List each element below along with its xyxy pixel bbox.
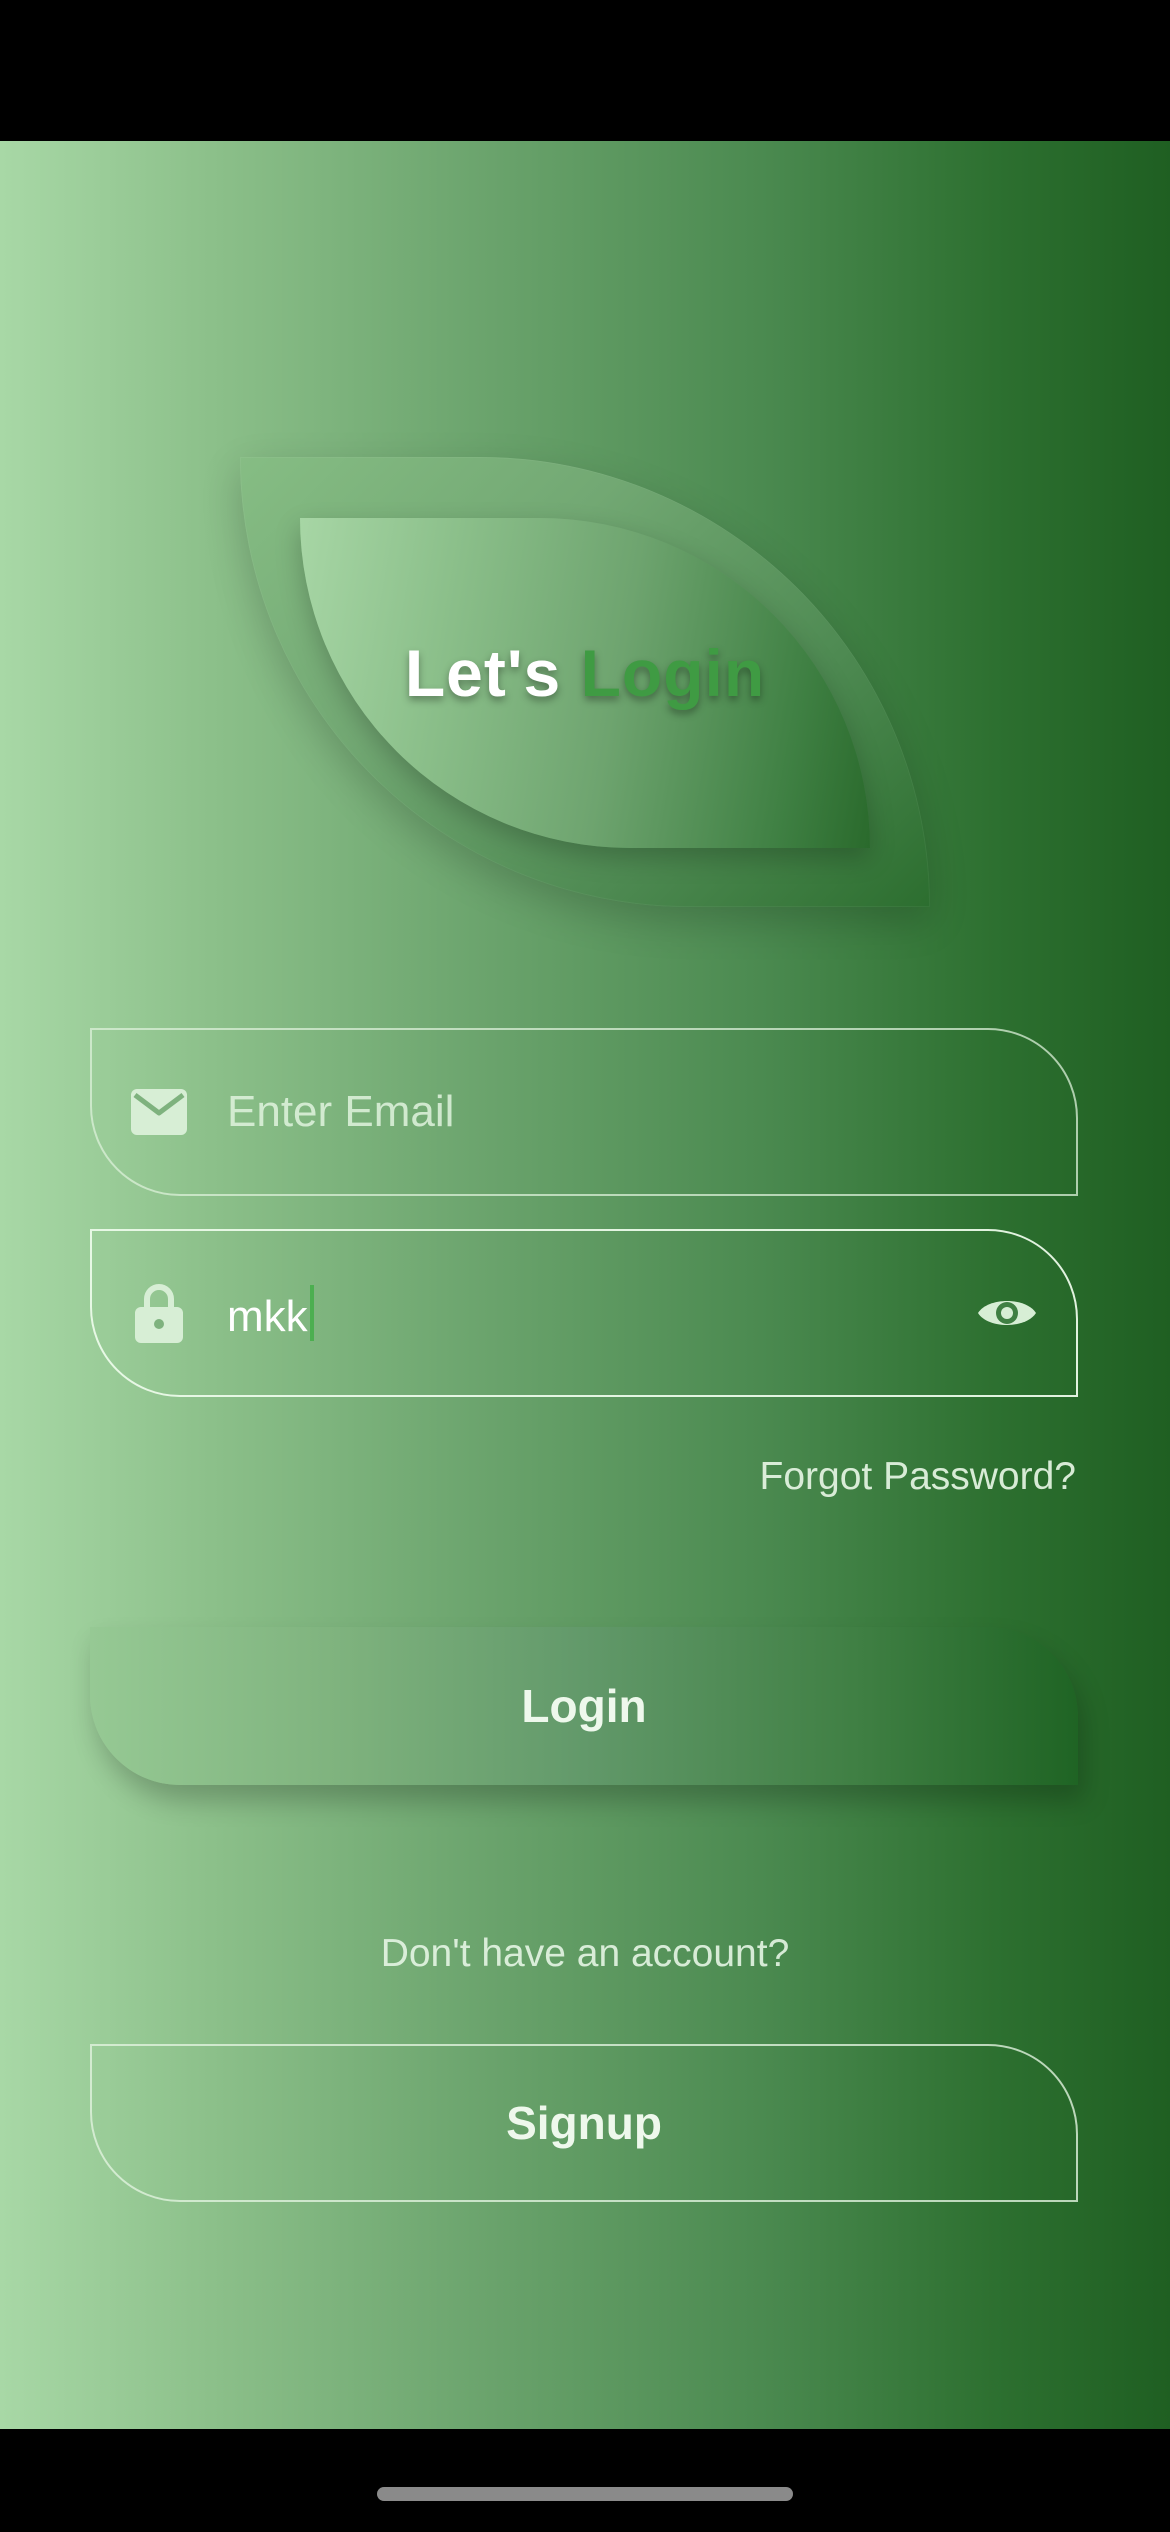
phone-screen: Let's Login Enter Email mkk Forgot Passw… xyxy=(0,0,1170,2532)
no-account-text: Don't have an account? xyxy=(380,1932,790,1975)
forgot-password-link[interactable]: Forgot Password? xyxy=(760,1455,1076,1499)
home-indicator[interactable] xyxy=(377,2487,793,2501)
email-field[interactable]: Enter Email xyxy=(90,1028,1078,1196)
password-input[interactable]: mkk xyxy=(227,1284,314,1342)
signup-button[interactable]: Signup xyxy=(90,2044,1078,2202)
mail-icon xyxy=(130,1083,188,1141)
text-caret xyxy=(309,1284,314,1341)
email-placeholder: Enter Email xyxy=(227,1087,455,1136)
lock-icon xyxy=(130,1284,188,1343)
bottom-bar xyxy=(0,2429,1170,2532)
eye-icon[interactable] xyxy=(972,1283,1042,1343)
password-field[interactable]: mkk xyxy=(90,1229,1078,1397)
page-title: Let's Login xyxy=(300,635,870,711)
title-lets: Let's xyxy=(404,636,562,710)
status-bar xyxy=(0,0,1170,141)
password-value: mkk xyxy=(227,1291,308,1341)
login-button[interactable]: Login xyxy=(90,1627,1078,1785)
title-login: Login xyxy=(580,636,766,710)
